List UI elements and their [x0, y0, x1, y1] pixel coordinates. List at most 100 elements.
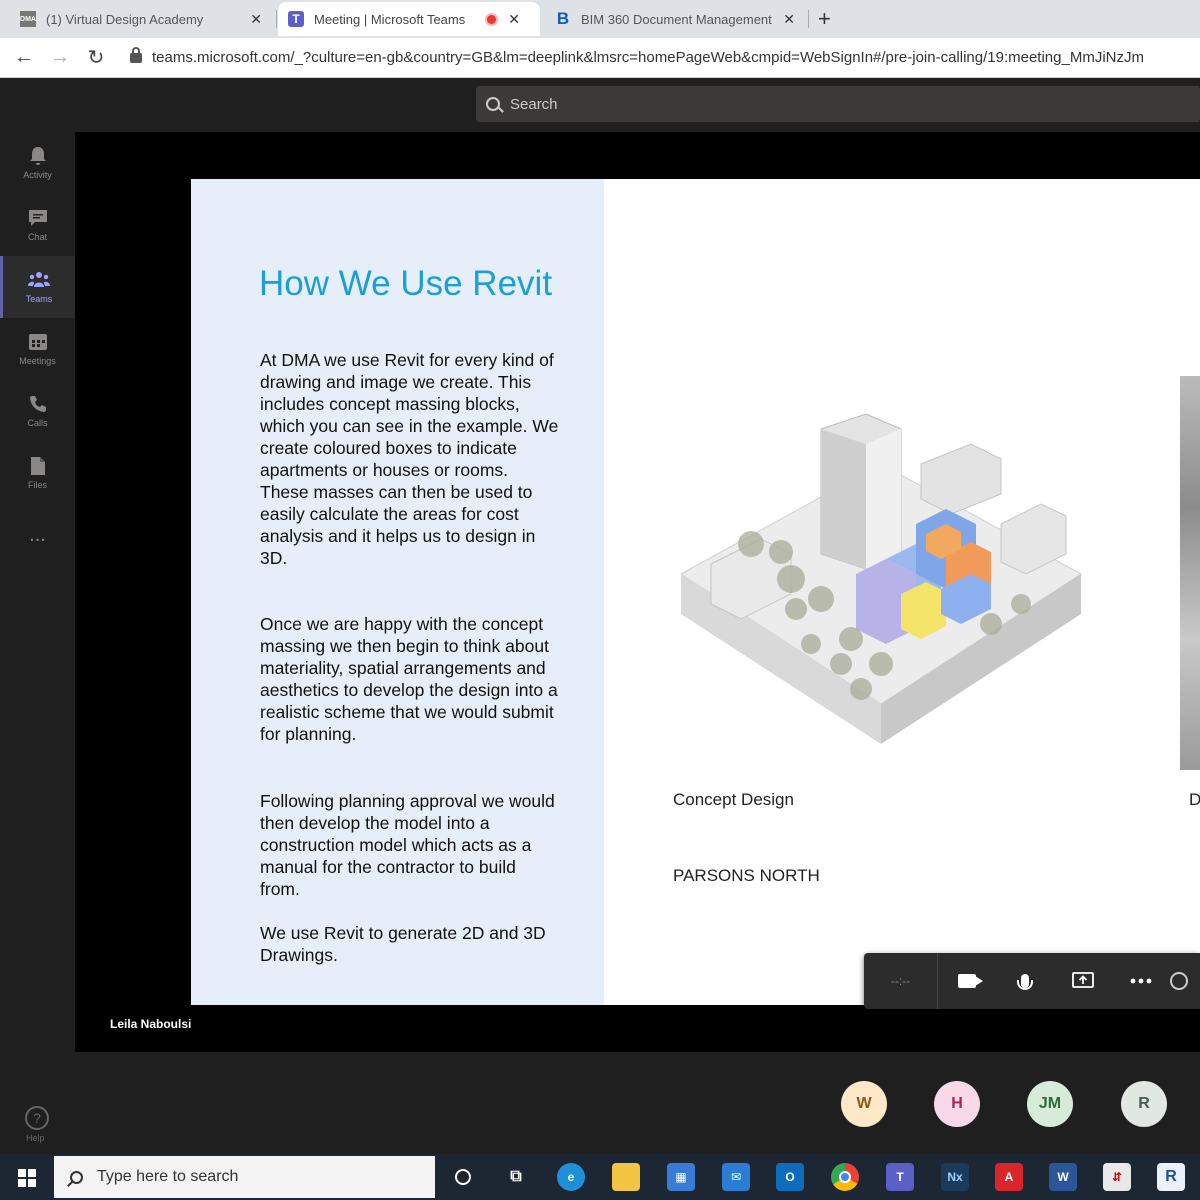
lock-icon[interactable] [130, 46, 142, 63]
cortana-icon[interactable] [449, 1163, 477, 1191]
file-explorer-icon[interactable] [612, 1163, 640, 1191]
more-icon [1130, 978, 1152, 984]
tab-separator [808, 10, 809, 28]
teams-icon: T [288, 11, 304, 27]
mic-icon [1017, 974, 1033, 990]
pdf-icon[interactable]: ⇵ [1103, 1163, 1131, 1191]
revit-icon[interactable]: R [1157, 1163, 1185, 1191]
taskbar-search-input[interactable]: Type here to search [54, 1156, 435, 1198]
rail-label: Calls [27, 418, 48, 428]
share-screen-icon [1072, 972, 1094, 988]
rail-item-calls[interactable]: Calls [0, 380, 75, 442]
bell-icon [27, 146, 49, 166]
slide-paragraph: Following planning approval we would the… [260, 791, 555, 899]
image-caption-cut: D [1189, 790, 1200, 809]
avatar[interactable]: H [934, 1081, 980, 1127]
edge-icon[interactable]: e [557, 1163, 585, 1191]
search-icon [70, 1170, 83, 1184]
chat-icon [27, 208, 49, 228]
dma-icon: DMA [20, 11, 36, 27]
rail-more-button[interactable]: ... [0, 504, 75, 566]
rail-item-meetings[interactable]: Meetings [0, 318, 75, 380]
nx-icon[interactable]: Nx [941, 1163, 969, 1191]
tab-virtual-design-academy[interactable]: DMA (1) Virtual Design Academy ✕ [10, 2, 272, 36]
help-icon[interactable]: ? [25, 1106, 49, 1130]
raise-hand-button[interactable] [1170, 953, 1200, 1009]
address-bar: ← → ↻ teams.microsoft.com/_?culture=en-g… [0, 38, 1200, 78]
close-icon[interactable]: ✕ [508, 11, 520, 28]
slide-paragraph: Once we are happy with the concept massi… [260, 614, 558, 744]
url-field[interactable]: teams.microsoft.com/_?culture=en-gb&coun… [152, 49, 1144, 66]
more-actions-button[interactable] [1112, 953, 1170, 1009]
avatar[interactable]: W [841, 1081, 887, 1127]
store-icon[interactable]: ▦ [667, 1163, 695, 1191]
rail-label: Meetings [19, 356, 56, 366]
phone-icon [27, 394, 49, 414]
avatar-initials: W [856, 1095, 872, 1112]
concept-massing-image [680, 413, 1082, 744]
app-rail: Activity Chat Teams Meetings Calls Files… [0, 132, 75, 1154]
avatar-initials: R [1138, 1095, 1150, 1112]
close-icon[interactable]: ✕ [783, 11, 795, 28]
help-label: Help [26, 1133, 45, 1143]
rail-label: Files [27, 480, 47, 490]
rail-label: Activity [23, 170, 52, 180]
meeting-stage: How We Use Revit At DMA we use Revit for… [75, 132, 1200, 1052]
file-icon [27, 456, 49, 476]
calendar-icon [27, 332, 49, 352]
acrobat-icon[interactable]: A [995, 1163, 1023, 1191]
avatar[interactable]: JM [1027, 1081, 1073, 1127]
mic-button[interactable] [996, 953, 1054, 1009]
close-icon[interactable]: ✕ [250, 11, 262, 28]
tab-separator [276, 10, 277, 28]
rail-label: Teams [25, 294, 53, 304]
detailed-design-image [1180, 376, 1200, 770]
avatar-initials: H [951, 1095, 963, 1112]
taskbar-search-placeholder: Type here to search [97, 1168, 239, 1185]
tab-bim360[interactable]: B BIM 360 Document Management ✕ [545, 2, 805, 36]
windows-taskbar: Type here to search ⧉ e ▦ ✉ O T Nx A W ⇵… [0, 1154, 1200, 1200]
image-caption: Concept Design [673, 790, 794, 809]
meeting-controls: --:-- [864, 953, 1200, 1009]
slide-paragraph: At DMA we use Revit for every kind of dr… [260, 350, 559, 568]
teams-people-icon [28, 270, 50, 290]
hand-icon [1170, 972, 1188, 990]
tab-title: BIM 360 Document Management [581, 11, 772, 27]
teams-taskbar-icon[interactable]: T [886, 1163, 914, 1191]
bim360-icon: B [556, 9, 570, 28]
camera-icon [958, 974, 983, 988]
rail-item-activity[interactable]: Activity [0, 132, 75, 194]
mail-icon[interactable]: ✉ [722, 1163, 750, 1191]
recording-icon [487, 14, 497, 24]
avatar[interactable]: R [1121, 1081, 1167, 1127]
back-icon[interactable]: ← [6, 46, 42, 69]
presenter-name: Leila Naboulsi [110, 1017, 192, 1031]
participants-bar: W H JM R [75, 1052, 1200, 1154]
chrome-icon[interactable] [831, 1163, 859, 1191]
share-button[interactable] [1054, 953, 1112, 1009]
slide-paragraph: We use Revit to generate 2D and 3D Drawi… [260, 923, 546, 965]
rail-label: Chat [27, 232, 47, 242]
rail-item-files[interactable]: Files [0, 442, 75, 504]
slide-title: How We Use Revit [259, 264, 553, 303]
more-icon: ... [29, 523, 46, 546]
rail-item-teams[interactable]: Teams [0, 256, 75, 318]
tab-meeting-teams[interactable]: T Meeting | Microsoft Teams ✕ [278, 2, 540, 36]
forward-icon[interactable]: → [42, 46, 78, 69]
task-view-icon[interactable]: ⧉ [502, 1163, 530, 1191]
search-placeholder: Search [510, 95, 558, 113]
rail-item-chat[interactable]: Chat [0, 194, 75, 256]
outlook-icon[interactable]: O [776, 1163, 804, 1191]
search-icon [486, 97, 500, 111]
tab-title: (1) Virtual Design Academy [46, 11, 204, 27]
windows-start-icon[interactable] [18, 1169, 36, 1187]
project-name: PARSONS NORTH [673, 866, 820, 885]
avatar-initials: JM [1038, 1095, 1062, 1112]
camera-button[interactable] [938, 953, 996, 1009]
browser-tab-bar: DMA (1) Virtual Design Academy ✕ T Meeti… [0, 0, 1200, 38]
call-timer: --:-- [864, 953, 938, 1009]
reload-icon[interactable]: ↻ [78, 45, 114, 70]
new-tab-icon[interactable]: + [818, 6, 831, 32]
word-icon[interactable]: W [1049, 1163, 1077, 1191]
search-input[interactable]: Search [476, 86, 1200, 122]
